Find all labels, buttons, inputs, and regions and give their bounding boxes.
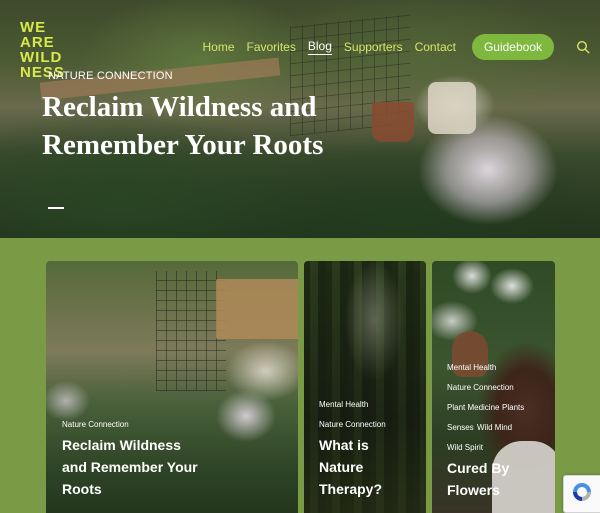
post-tag[interactable]: Wild Mind (477, 423, 512, 432)
post-card-cured-by-flowers[interactable]: Mental Health Nature Connection Plant Me… (432, 261, 555, 513)
guidebook-button[interactable]: Guidebook (471, 34, 554, 60)
recaptcha-icon (570, 480, 594, 509)
logo-line-2: WILD (20, 49, 63, 66)
recaptcha-badge[interactable] (563, 475, 600, 513)
post-tag[interactable]: Wild Spirit (447, 443, 483, 452)
card-table-image (216, 279, 298, 339)
nav-item-home[interactable]: Home (202, 40, 234, 54)
post-card-nature-therapy[interactable]: Mental Health Nature Connection What is … (304, 261, 426, 513)
post-tag[interactable]: Nature Connection (319, 420, 386, 429)
hero-category[interactable]: NATURE CONNECTION (48, 70, 173, 82)
site-logo[interactable]: WE ARE WILD NESS (20, 19, 72, 80)
hero-flower-pot (372, 102, 414, 142)
post-card-reclaim-wildness[interactable]: Nature Connection Reclaim Wildness and R… (46, 261, 298, 513)
post-tag[interactable]: Nature Connection (62, 420, 129, 429)
search-icon[interactable] (576, 40, 590, 54)
nav-item-blog[interactable]: Blog (307, 39, 332, 55)
nav-item-favorites[interactable]: Favorites (247, 40, 296, 54)
slider-pagination (48, 207, 70, 209)
post-title[interactable]: Reclaim Wildness and Remember Your Roots (62, 434, 202, 500)
nav-item-contact[interactable]: Contact (415, 40, 456, 54)
nav-item-supporters[interactable]: Supporters (344, 40, 403, 54)
slider-dot-active[interactable] (48, 207, 64, 209)
post-tag[interactable]: Mental Health (447, 363, 496, 372)
hero-banner[interactable]: WE ARE WILD NESS Home Favorites Blog Sup… (0, 0, 600, 238)
logo-line-1: WE ARE (20, 19, 55, 51)
hero-title[interactable]: Reclaim Wildness and Remember Your Roots (42, 88, 362, 164)
post-tag[interactable]: Senses (447, 423, 474, 432)
post-tag[interactable]: Mental Health (319, 400, 368, 409)
post-title[interactable]: What is Nature Therapy? (319, 434, 399, 500)
main-nav: Home Favorites Blog Supporters Contact G… (202, 34, 590, 60)
post-tag[interactable]: Nature Connection (447, 383, 514, 392)
hero-watering-can (428, 82, 476, 134)
post-title[interactable]: Cured By Flowers (447, 457, 537, 501)
post-tag[interactable]: Plant Medicine (447, 403, 499, 412)
post-tag[interactable]: Plants (502, 403, 524, 412)
